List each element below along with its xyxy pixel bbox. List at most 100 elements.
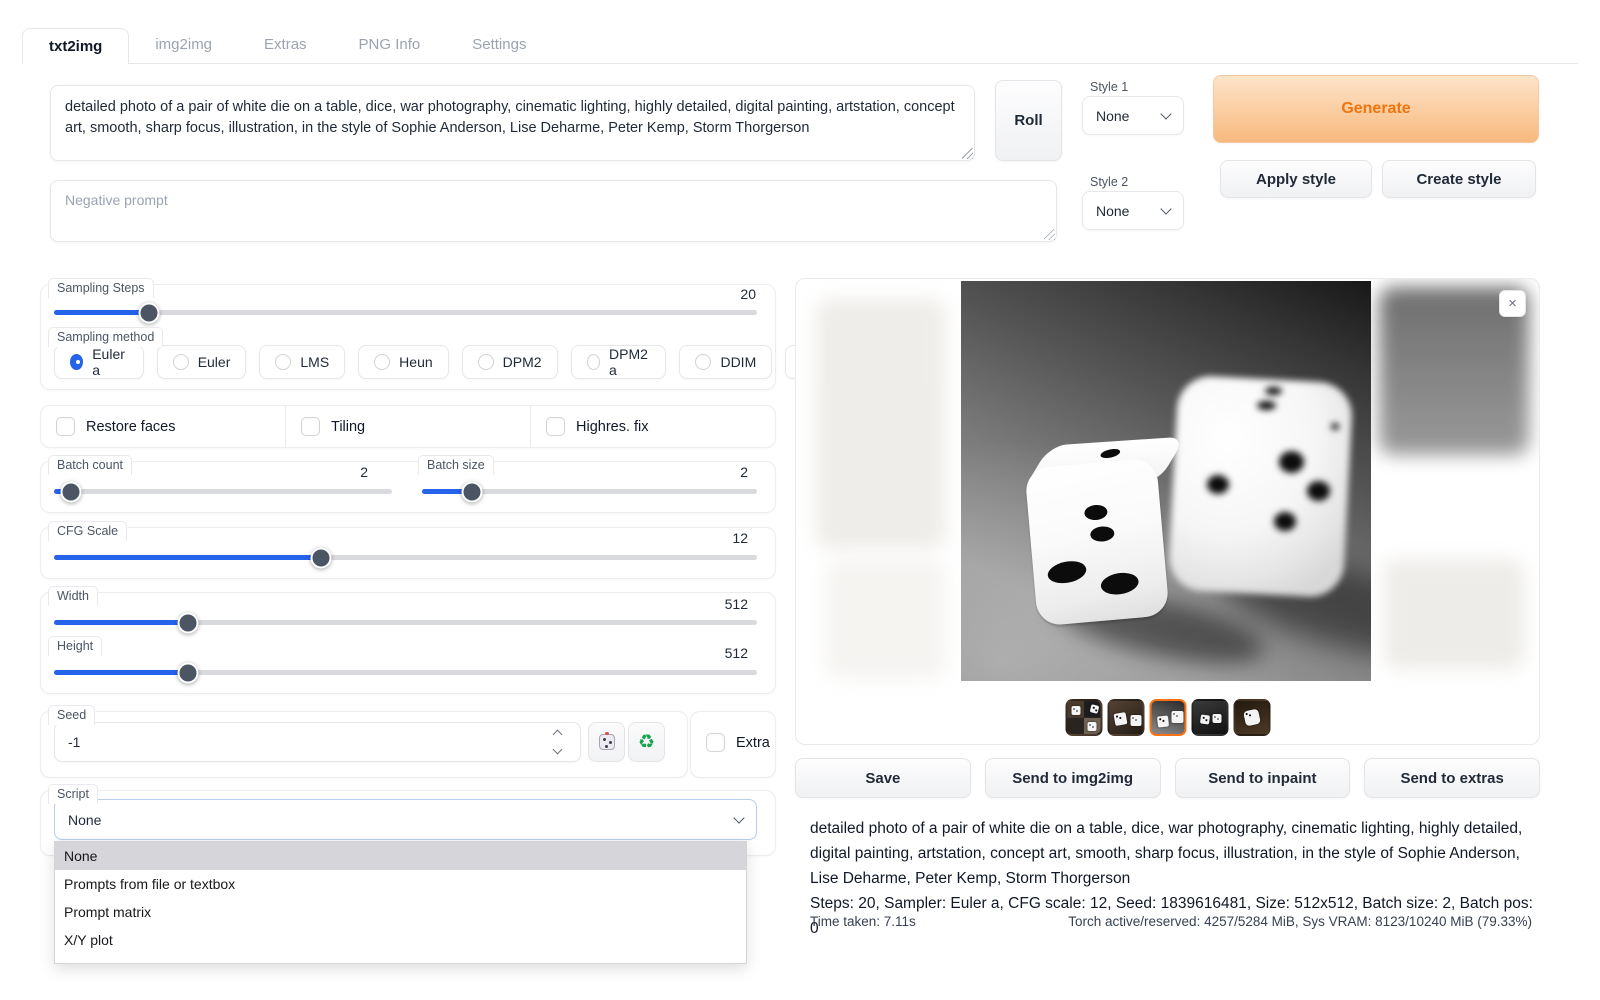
sampling-method-euler-a[interactable]: Euler a bbox=[54, 345, 144, 379]
width-slider[interactable] bbox=[54, 620, 757, 625]
output-prompt-text: detailed photo of a pair of white die on… bbox=[810, 816, 1534, 891]
script-option-xy-plot[interactable]: X/Y plot bbox=[55, 926, 746, 954]
style2-dropdown[interactable]: None bbox=[1082, 191, 1184, 230]
generated-image[interactable] bbox=[961, 281, 1371, 681]
close-icon[interactable]: × bbox=[1499, 290, 1526, 317]
reuse-seed-button[interactable]: ♻ bbox=[628, 722, 665, 762]
thumbnail-3-selected[interactable] bbox=[1149, 699, 1186, 736]
seed-stepper[interactable] bbox=[548, 731, 566, 753]
sampling-method-dpm2a[interactable]: DPM2 a bbox=[571, 345, 667, 379]
negative-prompt-resize-handle-icon[interactable] bbox=[1044, 229, 1055, 240]
prompt-resize-handle-icon[interactable] bbox=[962, 148, 973, 159]
checkbox-icon bbox=[301, 417, 320, 436]
radio-icon bbox=[478, 354, 494, 370]
batch-size-value: 2 bbox=[700, 464, 748, 480]
tab-extras[interactable]: Extras bbox=[238, 27, 333, 63]
cfg-scale-slider-handle[interactable] bbox=[311, 547, 332, 568]
blurred-prev-image bbox=[826, 559, 946, 679]
sampling-steps-slider-handle[interactable] bbox=[138, 302, 159, 323]
height-slider[interactable] bbox=[54, 670, 757, 675]
die-left bbox=[1024, 458, 1169, 627]
sampling-steps-value: 20 bbox=[700, 286, 756, 302]
style1-value: None bbox=[1096, 108, 1129, 124]
chevron-down-icon bbox=[1160, 203, 1171, 214]
spinner-down-icon[interactable] bbox=[552, 745, 562, 755]
checkbox-icon bbox=[706, 733, 725, 752]
thumbnail-4[interactable] bbox=[1191, 699, 1228, 736]
batch-count-slider[interactable] bbox=[54, 489, 392, 494]
script-option-prompts-from-file[interactable]: Prompts from file or textbox bbox=[55, 870, 746, 898]
tab-txt2img[interactable]: txt2img bbox=[22, 28, 129, 64]
cfg-scale-value: 12 bbox=[700, 530, 748, 546]
thumbnail-strip bbox=[1065, 699, 1270, 736]
style2-value: None bbox=[1096, 203, 1129, 219]
seed-label: Seed bbox=[48, 705, 95, 725]
script-option-none[interactable]: None bbox=[55, 842, 746, 870]
batch-size-slider[interactable] bbox=[422, 489, 757, 494]
tab-img2img[interactable]: img2img bbox=[129, 27, 238, 63]
tab-png-info[interactable]: PNG Info bbox=[333, 27, 447, 63]
send-to-img2img-button[interactable]: Send to img2img bbox=[985, 758, 1161, 798]
width-label: Width bbox=[48, 586, 98, 606]
radio-icon bbox=[173, 354, 189, 370]
create-style-button[interactable]: Create style bbox=[1382, 160, 1536, 198]
sampling-method-label: Sampling method bbox=[48, 327, 163, 347]
sampling-method-euler[interactable]: Euler bbox=[157, 345, 247, 379]
sampling-method-heun[interactable]: Heun bbox=[358, 345, 448, 379]
send-to-extras-button[interactable]: Send to extras bbox=[1364, 758, 1540, 798]
tiling-checkbox[interactable]: Tiling bbox=[286, 406, 531, 447]
time-taken-text: Time taken: 7.11s bbox=[810, 914, 916, 929]
highres-fix-checkbox[interactable]: Highres. fix bbox=[531, 406, 775, 447]
width-value: 512 bbox=[696, 596, 748, 612]
chevron-down-icon bbox=[1160, 108, 1171, 119]
radio-icon bbox=[587, 354, 600, 370]
extra-seed-checkbox[interactable]: Extra bbox=[698, 733, 772, 752]
sampling-method-dpm2[interactable]: DPM2 bbox=[462, 345, 558, 379]
batch-count-value: 2 bbox=[320, 464, 368, 480]
batch-size-label: Batch size bbox=[418, 455, 494, 475]
sampling-method-ddim[interactable]: DDIM bbox=[679, 345, 772, 379]
send-to-inpaint-button[interactable]: Send to inpaint bbox=[1175, 758, 1351, 798]
seed-input[interactable] bbox=[54, 722, 581, 762]
radio-selected-icon bbox=[70, 354, 83, 370]
save-button[interactable]: Save bbox=[795, 758, 971, 798]
thumbnail-1[interactable] bbox=[1065, 699, 1102, 736]
roll-button[interactable]: Roll bbox=[995, 80, 1062, 161]
toggle-row: Restore faces Tiling Highres. fix bbox=[40, 405, 776, 448]
chevron-down-icon bbox=[733, 812, 744, 823]
radio-icon bbox=[374, 354, 390, 370]
radio-icon bbox=[695, 354, 711, 370]
height-slider-handle[interactable] bbox=[177, 662, 198, 683]
cfg-scale-slider[interactable] bbox=[54, 555, 757, 560]
random-seed-button[interactable] bbox=[588, 722, 625, 762]
restore-faces-checkbox[interactable]: Restore faces bbox=[41, 406, 286, 447]
apply-style-button[interactable]: Apply style bbox=[1220, 160, 1372, 198]
tab-settings[interactable]: Settings bbox=[446, 27, 552, 63]
batch-size-slider-handle[interactable] bbox=[462, 481, 483, 502]
tab-bar: txt2img img2img Extras PNG Info Settings bbox=[22, 27, 1578, 64]
height-value: 512 bbox=[696, 645, 748, 661]
cfg-card bbox=[40, 527, 776, 579]
recycle-icon: ♻ bbox=[638, 733, 655, 752]
output-actions: Save Send to img2img Send to inpaint Sen… bbox=[795, 758, 1540, 798]
script-dropdown[interactable]: None bbox=[54, 799, 757, 840]
dice-icon bbox=[599, 734, 615, 750]
thumbnail-5[interactable] bbox=[1233, 699, 1270, 736]
thumbnail-2[interactable] bbox=[1107, 699, 1144, 736]
script-label: Script bbox=[48, 784, 98, 804]
generate-button[interactable]: Generate bbox=[1213, 75, 1539, 143]
blurred-prev-image bbox=[816, 299, 946, 549]
sampling-steps-slider[interactable] bbox=[54, 310, 757, 315]
generation-footer: Time taken: 7.11s Torch active/reserved:… bbox=[810, 914, 1532, 929]
width-slider-handle[interactable] bbox=[177, 612, 198, 633]
batch-count-slider-handle[interactable] bbox=[60, 481, 81, 502]
negative-prompt-input[interactable] bbox=[50, 180, 1057, 242]
dimensions-card bbox=[40, 592, 776, 694]
prompt-input[interactable]: detailed photo of a pair of white die on… bbox=[50, 85, 975, 161]
batch-count-label: Batch count bbox=[48, 455, 132, 475]
spinner-up-icon[interactable] bbox=[552, 730, 562, 740]
radio-icon bbox=[275, 354, 291, 370]
sampling-method-lms[interactable]: LMS bbox=[259, 345, 345, 379]
script-option-prompt-matrix[interactable]: Prompt matrix bbox=[55, 898, 746, 926]
style1-dropdown[interactable]: None bbox=[1082, 96, 1184, 135]
